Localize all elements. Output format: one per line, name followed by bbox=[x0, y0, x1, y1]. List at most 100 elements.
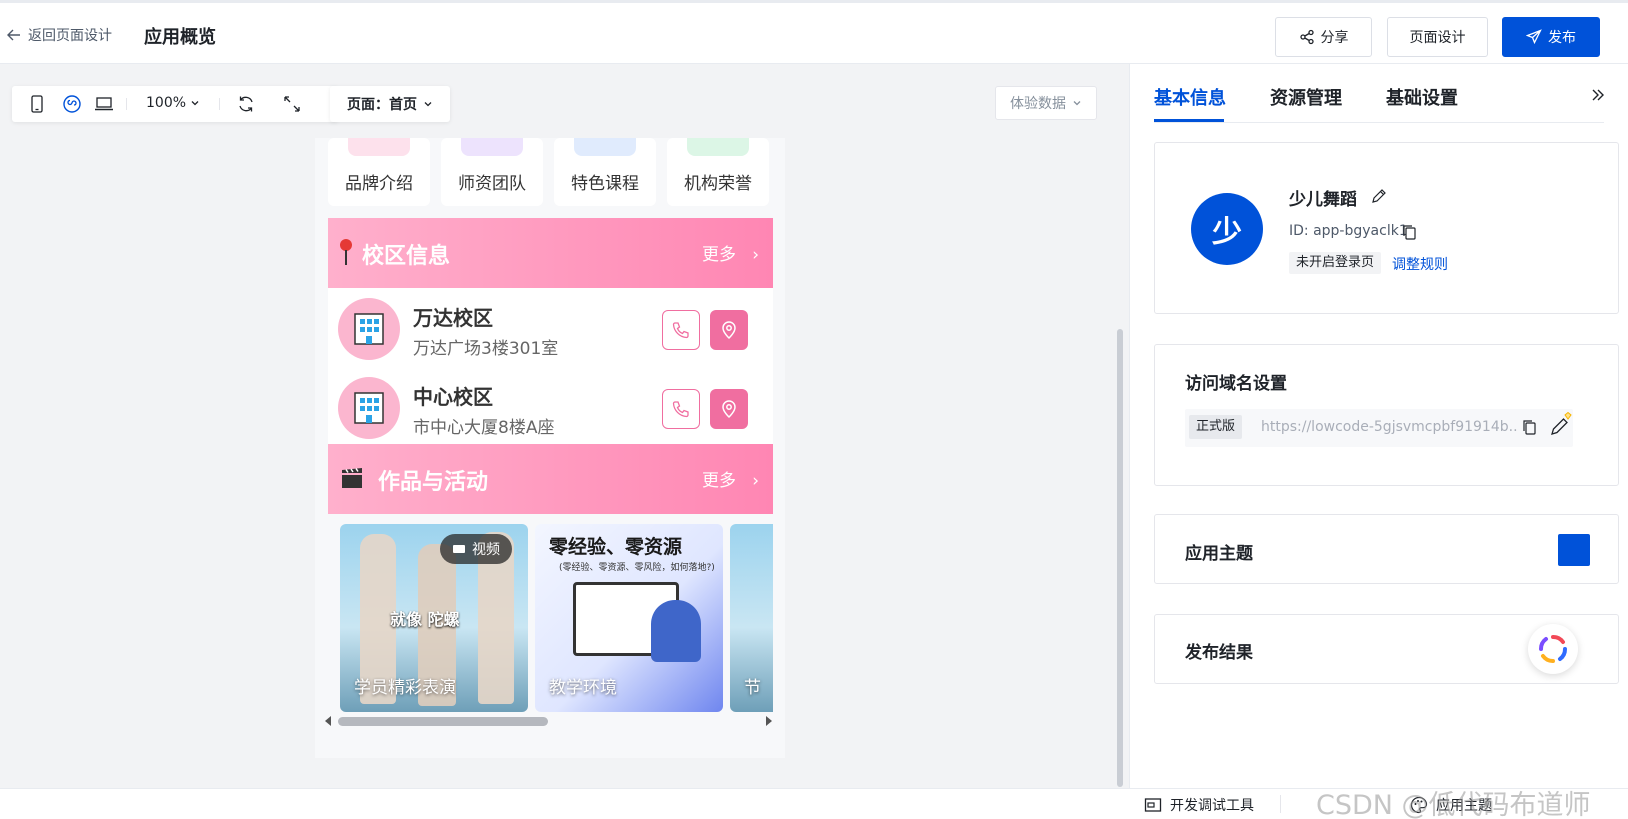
bottom-status-bar: 开发调试工具 应用主题 CSDN @低代码布道师 bbox=[0, 788, 1628, 819]
campus-address: 万达广场3楼301室 bbox=[413, 339, 559, 359]
nav-item-brand[interactable]: 品牌介绍 bbox=[328, 138, 430, 206]
experience-data-label: 体验数据 bbox=[1010, 96, 1066, 112]
nav-item-label: 机构荣誉 bbox=[684, 174, 752, 194]
scroll-right-arrow-icon[interactable] bbox=[764, 714, 774, 728]
chevron-down-icon bbox=[191, 101, 199, 106]
share-label: 分享 bbox=[1320, 30, 1349, 46]
domain-settings-card: 访问域名设置 正式版 https://lowcode-5gjsvmcpbf919… bbox=[1154, 344, 1619, 486]
location-icon bbox=[722, 321, 736, 340]
campus-item[interactable]: 万达校区 万达广场3楼301室 bbox=[328, 288, 773, 370]
page-select[interactable]: 页面：首页 bbox=[330, 86, 450, 122]
app-info-card: 少 少儿舞蹈 ID: app-bgyaclk1 未开启登录页 调整规则 bbox=[1154, 142, 1619, 314]
adjust-rules-link[interactable]: 调整规则 bbox=[1392, 254, 1448, 274]
domain-settings-title: 访问域名设置 bbox=[1185, 374, 1287, 394]
team-icon bbox=[461, 138, 523, 156]
page-design-label: 页面设计 bbox=[1409, 30, 1466, 46]
dev-tools-button[interactable]: 开发调试工具 bbox=[1144, 795, 1254, 815]
publish-button[interactable]: 发布 bbox=[1502, 17, 1600, 57]
refresh-icon[interactable] bbox=[236, 94, 256, 118]
gallery-item[interactable]: 节 bbox=[730, 524, 773, 712]
location-button[interactable] bbox=[710, 310, 748, 350]
edit-pencil-icon[interactable] bbox=[1371, 188, 1387, 204]
pin-icon bbox=[340, 239, 352, 265]
nav-item-label: 特色课程 bbox=[571, 174, 639, 194]
video-badge: 视频 bbox=[440, 534, 512, 564]
nav-item-honors[interactable]: 机构荣誉 bbox=[667, 138, 769, 206]
app-name: 少儿舞蹈 bbox=[1289, 190, 1357, 210]
copy-icon[interactable] bbox=[1401, 224, 1417, 240]
nav-item-label: 师资团队 bbox=[458, 174, 526, 194]
nav-item-teachers[interactable]: 师资团队 bbox=[441, 138, 543, 206]
back-to-design-link[interactable]: 返回页面设计 bbox=[6, 25, 112, 45]
page-title: 应用概览 bbox=[144, 27, 216, 48]
gallery-item-label: 学员精彩表演 bbox=[354, 678, 456, 698]
experience-data-select[interactable]: 体验数据 bbox=[995, 86, 1097, 120]
scroll-left-arrow-icon[interactable] bbox=[323, 714, 333, 728]
honor-icon bbox=[687, 138, 749, 156]
campus-item[interactable]: 中心校区 市中心大厦8楼A座 bbox=[328, 367, 773, 449]
share-button[interactable]: 分享 bbox=[1275, 17, 1372, 57]
gallery-item-label: 节 bbox=[744, 678, 761, 698]
more-label: 更多 bbox=[701, 245, 736, 265]
zoom-value: 100% bbox=[146, 95, 187, 111]
mobile-device-icon[interactable] bbox=[30, 95, 44, 117]
tab-resource-management[interactable]: 资源管理 bbox=[1270, 84, 1342, 110]
gallery-item[interactable]: 视频 就像 陀螺 学员精彩表演 bbox=[340, 524, 528, 712]
page-design-button[interactable]: 页面设计 bbox=[1387, 17, 1488, 57]
zoom-select[interactable]: 100% bbox=[146, 95, 200, 111]
login-status-tag: 未开启登录页 bbox=[1289, 252, 1382, 274]
nav-item-courses[interactable]: 特色课程 bbox=[554, 138, 656, 206]
domain-row: 正式版 https://lowcode-5gjsvmcpbf91914b... bbox=[1185, 409, 1573, 447]
works-more-link[interactable]: 更多 › bbox=[702, 466, 759, 491]
preview-canvas: 100% 页面：首页 体验数据 品牌介绍 师资团队 特色课程 机构荣誉 校区信息… bbox=[0, 64, 1129, 788]
settings-panel: 基本信息 资源管理 基础设置 少 少儿舞蹈 ID: app-bgyaclk1 未… bbox=[1129, 64, 1628, 788]
assistant-logo-icon bbox=[1539, 635, 1567, 663]
tab-base-settings[interactable]: 基础设置 bbox=[1386, 84, 1458, 110]
video-badge-label: 视频 bbox=[472, 542, 500, 558]
copy-icon[interactable] bbox=[1521, 419, 1537, 435]
gallery-item[interactable]: 零经验、零资源 (零经验、零资源、零风险，如何落地?) 教学环境 bbox=[535, 524, 723, 712]
horizontal-scrollbar-thumb[interactable] bbox=[338, 717, 548, 726]
miniprogram-device-icon[interactable] bbox=[62, 94, 82, 118]
edit-premium-icon[interactable] bbox=[1549, 411, 1575, 437]
collapse-panel-icon[interactable] bbox=[1590, 87, 1606, 103]
campus-section-title: 校区信息 bbox=[362, 244, 451, 269]
ai-assistant-button[interactable] bbox=[1528, 624, 1578, 674]
canvas-vertical-scrollbar[interactable] bbox=[1117, 329, 1123, 787]
theme-color-swatch[interactable] bbox=[1558, 534, 1590, 566]
desktop-device-icon[interactable] bbox=[94, 96, 114, 116]
works-section-title: 作品与活动 bbox=[378, 470, 489, 495]
arrow-left-icon bbox=[7, 29, 20, 41]
location-button[interactable] bbox=[710, 389, 748, 429]
top-bar: 返回页面设计 应用概览 分享 页面设计 发布 bbox=[0, 0, 1628, 64]
building-icon bbox=[338, 377, 400, 439]
toolbar-divider bbox=[126, 98, 127, 110]
location-icon bbox=[722, 400, 736, 419]
nav-item-label: 品牌介绍 bbox=[345, 174, 413, 194]
nav-grid: 品牌介绍 师资团队 特色课程 机构荣誉 bbox=[328, 138, 773, 208]
app-avatar: 少 bbox=[1191, 193, 1263, 265]
campus-address: 市中心大厦8楼A座 bbox=[413, 418, 555, 438]
chevron-down-icon bbox=[424, 102, 432, 107]
call-button[interactable] bbox=[662, 389, 700, 429]
publish-label: 发布 bbox=[1548, 30, 1576, 46]
device-toolbar: 100% bbox=[12, 86, 338, 122]
campus-more-link[interactable]: 更多 › bbox=[702, 240, 759, 265]
chevron-down-icon bbox=[1073, 101, 1081, 106]
works-section-header: 作品与活动 更多 › bbox=[328, 444, 773, 514]
fullscreen-icon[interactable] bbox=[282, 94, 302, 118]
poster-headline: 零经验、零资源 bbox=[549, 536, 683, 558]
clapperboard-icon bbox=[342, 468, 362, 488]
call-button[interactable] bbox=[662, 310, 700, 350]
tab-basic-info[interactable]: 基本信息 bbox=[1154, 84, 1226, 110]
person-illustration bbox=[651, 600, 701, 662]
campus-name: 万达校区 bbox=[413, 306, 493, 330]
domain-url[interactable]: https://lowcode-5gjsvmcpbf91914b... bbox=[1261, 419, 1517, 435]
phone-icon bbox=[672, 322, 689, 339]
debug-window-icon bbox=[1144, 798, 1162, 812]
publish-result-title: 发布结果 bbox=[1185, 643, 1253, 663]
tab-divider bbox=[1154, 122, 1604, 123]
footer-divider bbox=[1280, 795, 1281, 813]
watermark: CSDN @低代码布道师 bbox=[1316, 790, 1591, 819]
campus-name: 中心校区 bbox=[413, 385, 493, 409]
